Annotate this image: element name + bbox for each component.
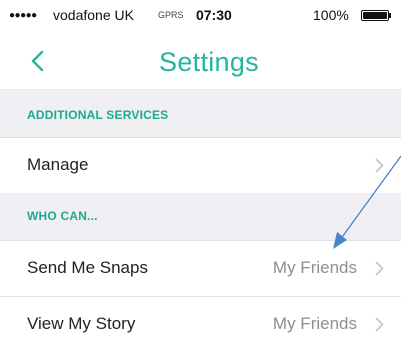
page-title: Settings (0, 47, 401, 78)
battery-percent: 100% (313, 7, 349, 23)
status-bar: ●●●●● vodafone UK GPRS 07:30 100% (0, 0, 401, 30)
row-send-me-snaps[interactable]: Send Me Snaps My Friends (0, 241, 401, 296)
signal-strength-icon: ●●●●● (9, 10, 37, 21)
row-view-my-story[interactable]: View My Story My Friends (0, 297, 401, 344)
row-label: View My Story (27, 314, 136, 333)
battery-level-fill (363, 12, 387, 19)
page-title-text: Settings (159, 47, 259, 77)
section-header-label: WHO CAN... (27, 209, 98, 223)
battery-tip (389, 13, 391, 18)
row-manage[interactable]: Manage (0, 138, 401, 193)
section-header-label: ADDITIONAL SERVICES (27, 108, 169, 122)
section-header-additional-services: ADDITIONAL SERVICES (0, 90, 401, 138)
row-value: My Friends (272, 314, 357, 333)
status-time: 07:30 (196, 7, 232, 23)
chevron-right-icon (375, 261, 384, 276)
network-type: GPRS (158, 10, 184, 20)
row-label: Manage (27, 155, 89, 174)
row-value: My Friends (272, 258, 357, 277)
chevron-right-icon (375, 317, 384, 332)
carrier-name: vodafone UK (53, 7, 134, 23)
battery-icon (361, 10, 389, 21)
section-header-who-can: WHO CAN... (0, 193, 401, 241)
row-label: Send Me Snaps (27, 258, 148, 277)
chevron-right-icon (375, 158, 384, 173)
